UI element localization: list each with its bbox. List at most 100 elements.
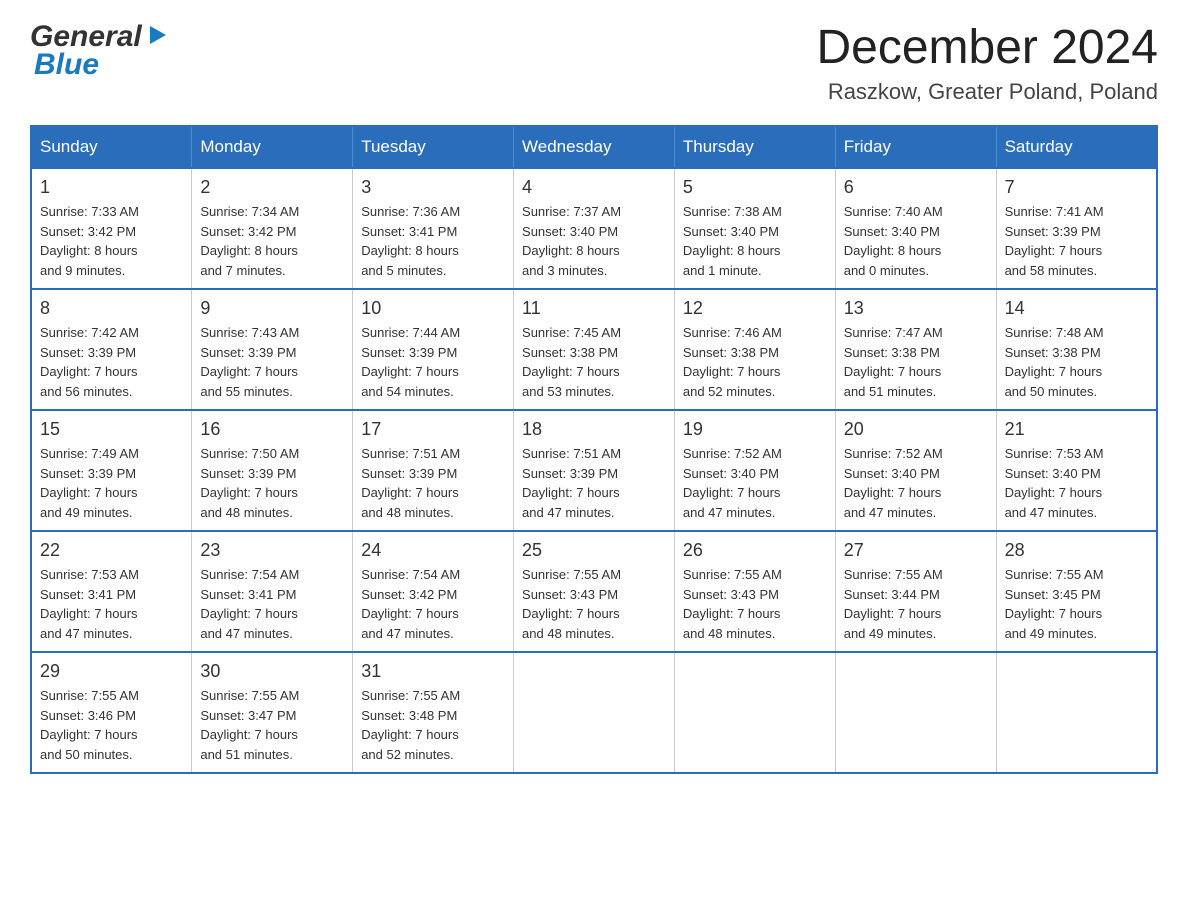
calendar-cell: 3 Sunrise: 7:36 AMSunset: 3:41 PMDayligh… [353,168,514,289]
day-number: 26 [683,540,827,561]
calendar-cell: 31 Sunrise: 7:55 AMSunset: 3:48 PMDaylig… [353,652,514,773]
day-info: Sunrise: 7:40 AMSunset: 3:40 PMDaylight:… [844,202,988,280]
calendar-week-2: 8 Sunrise: 7:42 AMSunset: 3:39 PMDayligh… [31,289,1157,410]
day-info: Sunrise: 7:43 AMSunset: 3:39 PMDaylight:… [200,323,344,401]
day-info: Sunrise: 7:33 AMSunset: 3:42 PMDaylight:… [40,202,183,280]
calendar-cell: 18 Sunrise: 7:51 AMSunset: 3:39 PMDaylig… [514,410,675,531]
day-info: Sunrise: 7:54 AMSunset: 3:42 PMDaylight:… [361,565,505,643]
calendar-cell: 4 Sunrise: 7:37 AMSunset: 3:40 PMDayligh… [514,168,675,289]
day-info: Sunrise: 7:42 AMSunset: 3:39 PMDaylight:… [40,323,183,401]
calendar-cell: 19 Sunrise: 7:52 AMSunset: 3:40 PMDaylig… [674,410,835,531]
day-number: 15 [40,419,183,440]
logo-blue-text: Blue [34,48,99,82]
calendar-cell: 29 Sunrise: 7:55 AMSunset: 3:46 PMDaylig… [31,652,192,773]
day-info: Sunrise: 7:45 AMSunset: 3:38 PMDaylight:… [522,323,666,401]
day-info: Sunrise: 7:41 AMSunset: 3:39 PMDaylight:… [1005,202,1148,280]
calendar-cell: 21 Sunrise: 7:53 AMSunset: 3:40 PMDaylig… [996,410,1157,531]
day-info: Sunrise: 7:55 AMSunset: 3:44 PMDaylight:… [844,565,988,643]
calendar-cell: 17 Sunrise: 7:51 AMSunset: 3:39 PMDaylig… [353,410,514,531]
day-info: Sunrise: 7:55 AMSunset: 3:43 PMDaylight:… [522,565,666,643]
month-title: December 2024 [816,20,1158,75]
logo: General Blue [30,20,168,82]
col-monday: Monday [192,126,353,168]
calendar-cell: 8 Sunrise: 7:42 AMSunset: 3:39 PMDayligh… [31,289,192,410]
day-info: Sunrise: 7:34 AMSunset: 3:42 PMDaylight:… [200,202,344,280]
day-info: Sunrise: 7:55 AMSunset: 3:45 PMDaylight:… [1005,565,1148,643]
calendar-cell: 11 Sunrise: 7:45 AMSunset: 3:38 PMDaylig… [514,289,675,410]
day-number: 7 [1005,177,1148,198]
calendar-cell [674,652,835,773]
day-info: Sunrise: 7:37 AMSunset: 3:40 PMDaylight:… [522,202,666,280]
col-friday: Friday [835,126,996,168]
day-number: 30 [200,661,344,682]
calendar-cell: 7 Sunrise: 7:41 AMSunset: 3:39 PMDayligh… [996,168,1157,289]
arrow-icon [146,20,168,54]
calendar-cell: 5 Sunrise: 7:38 AMSunset: 3:40 PMDayligh… [674,168,835,289]
day-number: 17 [361,419,505,440]
day-info: Sunrise: 7:46 AMSunset: 3:38 PMDaylight:… [683,323,827,401]
day-number: 25 [522,540,666,561]
day-info: Sunrise: 7:53 AMSunset: 3:41 PMDaylight:… [40,565,183,643]
day-info: Sunrise: 7:55 AMSunset: 3:43 PMDaylight:… [683,565,827,643]
calendar-cell: 22 Sunrise: 7:53 AMSunset: 3:41 PMDaylig… [31,531,192,652]
day-number: 20 [844,419,988,440]
calendar-cell: 6 Sunrise: 7:40 AMSunset: 3:40 PMDayligh… [835,168,996,289]
calendar-cell: 28 Sunrise: 7:55 AMSunset: 3:45 PMDaylig… [996,531,1157,652]
day-number: 18 [522,419,666,440]
col-thursday: Thursday [674,126,835,168]
title-section: December 2024 Raszkow, Greater Poland, P… [816,20,1158,105]
day-number: 23 [200,540,344,561]
day-number: 29 [40,661,183,682]
col-saturday: Saturday [996,126,1157,168]
day-number: 5 [683,177,827,198]
day-info: Sunrise: 7:55 AMSunset: 3:46 PMDaylight:… [40,686,183,764]
calendar-week-5: 29 Sunrise: 7:55 AMSunset: 3:46 PMDaylig… [31,652,1157,773]
day-number: 6 [844,177,988,198]
day-info: Sunrise: 7:51 AMSunset: 3:39 PMDaylight:… [522,444,666,522]
day-number: 9 [200,298,344,319]
day-number: 1 [40,177,183,198]
day-info: Sunrise: 7:50 AMSunset: 3:39 PMDaylight:… [200,444,344,522]
location: Raszkow, Greater Poland, Poland [816,79,1158,105]
day-info: Sunrise: 7:52 AMSunset: 3:40 PMDaylight:… [844,444,988,522]
calendar-cell: 15 Sunrise: 7:49 AMSunset: 3:39 PMDaylig… [31,410,192,531]
calendar-cell: 20 Sunrise: 7:52 AMSunset: 3:40 PMDaylig… [835,410,996,531]
day-info: Sunrise: 7:54 AMSunset: 3:41 PMDaylight:… [200,565,344,643]
day-info: Sunrise: 7:38 AMSunset: 3:40 PMDaylight:… [683,202,827,280]
day-number: 24 [361,540,505,561]
calendar-cell: 25 Sunrise: 7:55 AMSunset: 3:43 PMDaylig… [514,531,675,652]
calendar-cell: 30 Sunrise: 7:55 AMSunset: 3:47 PMDaylig… [192,652,353,773]
day-number: 21 [1005,419,1148,440]
col-tuesday: Tuesday [353,126,514,168]
day-info: Sunrise: 7:55 AMSunset: 3:47 PMDaylight:… [200,686,344,764]
day-number: 22 [40,540,183,561]
calendar-table: Sunday Monday Tuesday Wednesday Thursday… [30,125,1158,774]
day-number: 11 [522,298,666,319]
calendar-cell: 1 Sunrise: 7:33 AMSunset: 3:42 PMDayligh… [31,168,192,289]
day-number: 10 [361,298,505,319]
calendar-cell: 10 Sunrise: 7:44 AMSunset: 3:39 PMDaylig… [353,289,514,410]
calendar-cell: 27 Sunrise: 7:55 AMSunset: 3:44 PMDaylig… [835,531,996,652]
col-wednesday: Wednesday [514,126,675,168]
day-number: 8 [40,298,183,319]
day-number: 31 [361,661,505,682]
day-info: Sunrise: 7:53 AMSunset: 3:40 PMDaylight:… [1005,444,1148,522]
calendar-cell: 24 Sunrise: 7:54 AMSunset: 3:42 PMDaylig… [353,531,514,652]
calendar-cell: 14 Sunrise: 7:48 AMSunset: 3:38 PMDaylig… [996,289,1157,410]
calendar-cell: 9 Sunrise: 7:43 AMSunset: 3:39 PMDayligh… [192,289,353,410]
calendar-cell: 13 Sunrise: 7:47 AMSunset: 3:38 PMDaylig… [835,289,996,410]
day-info: Sunrise: 7:52 AMSunset: 3:40 PMDaylight:… [683,444,827,522]
day-number: 28 [1005,540,1148,561]
day-info: Sunrise: 7:55 AMSunset: 3:48 PMDaylight:… [361,686,505,764]
day-number: 3 [361,177,505,198]
day-number: 13 [844,298,988,319]
calendar-cell [514,652,675,773]
day-info: Sunrise: 7:44 AMSunset: 3:39 PMDaylight:… [361,323,505,401]
page-header: General Blue December 2024 Raszkow, Grea… [30,20,1158,105]
calendar-cell [835,652,996,773]
calendar-cell: 26 Sunrise: 7:55 AMSunset: 3:43 PMDaylig… [674,531,835,652]
day-number: 12 [683,298,827,319]
day-number: 2 [200,177,344,198]
day-info: Sunrise: 7:47 AMSunset: 3:38 PMDaylight:… [844,323,988,401]
day-info: Sunrise: 7:51 AMSunset: 3:39 PMDaylight:… [361,444,505,522]
